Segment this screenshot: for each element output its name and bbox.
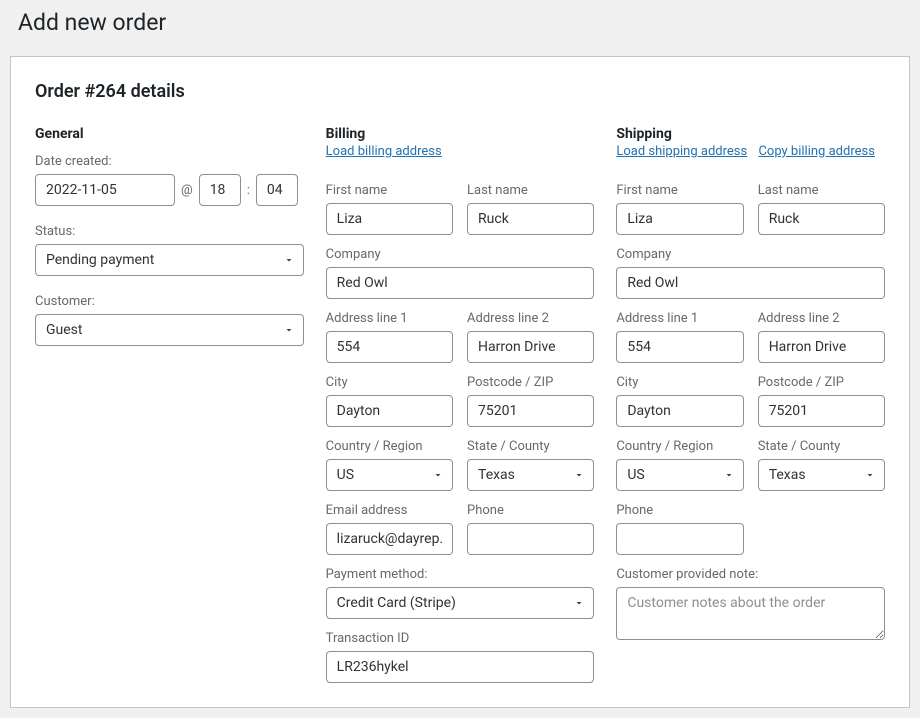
- billing-city-input[interactable]: [326, 395, 453, 427]
- shipping-company-label: Company: [616, 247, 885, 262]
- date-created-input[interactable]: [35, 174, 175, 206]
- payment-method-select[interactable]: Credit Card (Stripe): [326, 587, 595, 619]
- billing-company-input[interactable]: [326, 267, 595, 299]
- shipping-country-label: Country / Region: [616, 439, 743, 454]
- shipping-phone-label: Phone: [616, 503, 743, 518]
- shipping-last-name-input[interactable]: [758, 203, 885, 235]
- shipping-city-input[interactable]: [616, 395, 743, 427]
- billing-address2-label: Address line 2: [467, 311, 594, 326]
- copy-billing-address-link[interactable]: Copy billing address: [758, 144, 874, 159]
- date-created-label: Date created:: [35, 154, 304, 169]
- shipping-heading: Shipping: [616, 126, 885, 142]
- billing-phone-label: Phone: [467, 503, 594, 518]
- page-title: Add new order: [0, 0, 920, 40]
- billing-last-name-label: Last name: [467, 183, 594, 198]
- shipping-state-label: State / County: [758, 439, 885, 454]
- billing-country-select[interactable]: US: [326, 459, 453, 491]
- billing-first-name-label: First name: [326, 183, 453, 198]
- transaction-id-label: Transaction ID: [326, 631, 595, 646]
- billing-state-label: State / County: [467, 439, 594, 454]
- billing-last-name-input[interactable]: [467, 203, 594, 235]
- shipping-company-input[interactable]: [616, 267, 885, 299]
- status-select[interactable]: Pending payment: [35, 244, 304, 276]
- shipping-first-name-label: First name: [616, 183, 743, 198]
- billing-country-label: Country / Region: [326, 439, 453, 454]
- billing-postcode-input[interactable]: [467, 395, 594, 427]
- billing-postcode-label: Postcode / ZIP: [467, 375, 594, 390]
- shipping-state-select[interactable]: Texas: [758, 459, 885, 491]
- colon-separator: :: [247, 183, 250, 198]
- minute-input[interactable]: [256, 174, 298, 206]
- shipping-phone-input[interactable]: [616, 523, 743, 555]
- panel-title: Order #264 details: [35, 81, 885, 102]
- billing-city-label: City: [326, 375, 453, 390]
- billing-heading: Billing: [326, 126, 595, 142]
- customer-note-textarea[interactable]: [616, 587, 885, 640]
- general-heading: General: [35, 126, 304, 142]
- shipping-postcode-input[interactable]: [758, 395, 885, 427]
- payment-method-label: Payment method:: [326, 567, 595, 582]
- transaction-id-input[interactable]: [326, 651, 595, 683]
- shipping-country-select[interactable]: US: [616, 459, 743, 491]
- billing-address2-input[interactable]: [467, 331, 594, 363]
- shipping-address1-label: Address line 1: [616, 311, 743, 326]
- billing-company-label: Company: [326, 247, 595, 262]
- hour-input[interactable]: [199, 174, 241, 206]
- shipping-last-name-label: Last name: [758, 183, 885, 198]
- at-separator: @: [181, 183, 193, 198]
- customer-select[interactable]: Guest: [35, 314, 304, 346]
- billing-address1-label: Address line 1: [326, 311, 453, 326]
- customer-label: Customer:: [35, 294, 304, 309]
- general-column: General Date created: @ : Status: Pendin…: [35, 126, 304, 683]
- load-billing-address-link[interactable]: Load billing address: [326, 144, 442, 159]
- billing-address1-input[interactable]: [326, 331, 453, 363]
- shipping-first-name-input[interactable]: [616, 203, 743, 235]
- billing-phone-input[interactable]: [467, 523, 594, 555]
- shipping-address2-input[interactable]: [758, 331, 885, 363]
- load-shipping-address-link[interactable]: Load shipping address: [616, 144, 747, 159]
- shipping-city-label: City: [616, 375, 743, 390]
- status-label: Status:: [35, 224, 304, 239]
- shipping-postcode-label: Postcode / ZIP: [758, 375, 885, 390]
- shipping-column: Shipping Load shipping address Copy bill…: [616, 126, 885, 683]
- billing-column: Billing Load billing address First name …: [326, 126, 595, 683]
- shipping-address1-input[interactable]: [616, 331, 743, 363]
- shipping-address2-label: Address line 2: [758, 311, 885, 326]
- billing-email-label: Email address: [326, 503, 453, 518]
- billing-email-input[interactable]: [326, 523, 453, 555]
- order-details-panel: Order #264 details General Date created:…: [10, 56, 910, 708]
- billing-first-name-input[interactable]: [326, 203, 453, 235]
- billing-state-select[interactable]: Texas: [467, 459, 594, 491]
- customer-note-label: Customer provided note:: [616, 567, 885, 582]
